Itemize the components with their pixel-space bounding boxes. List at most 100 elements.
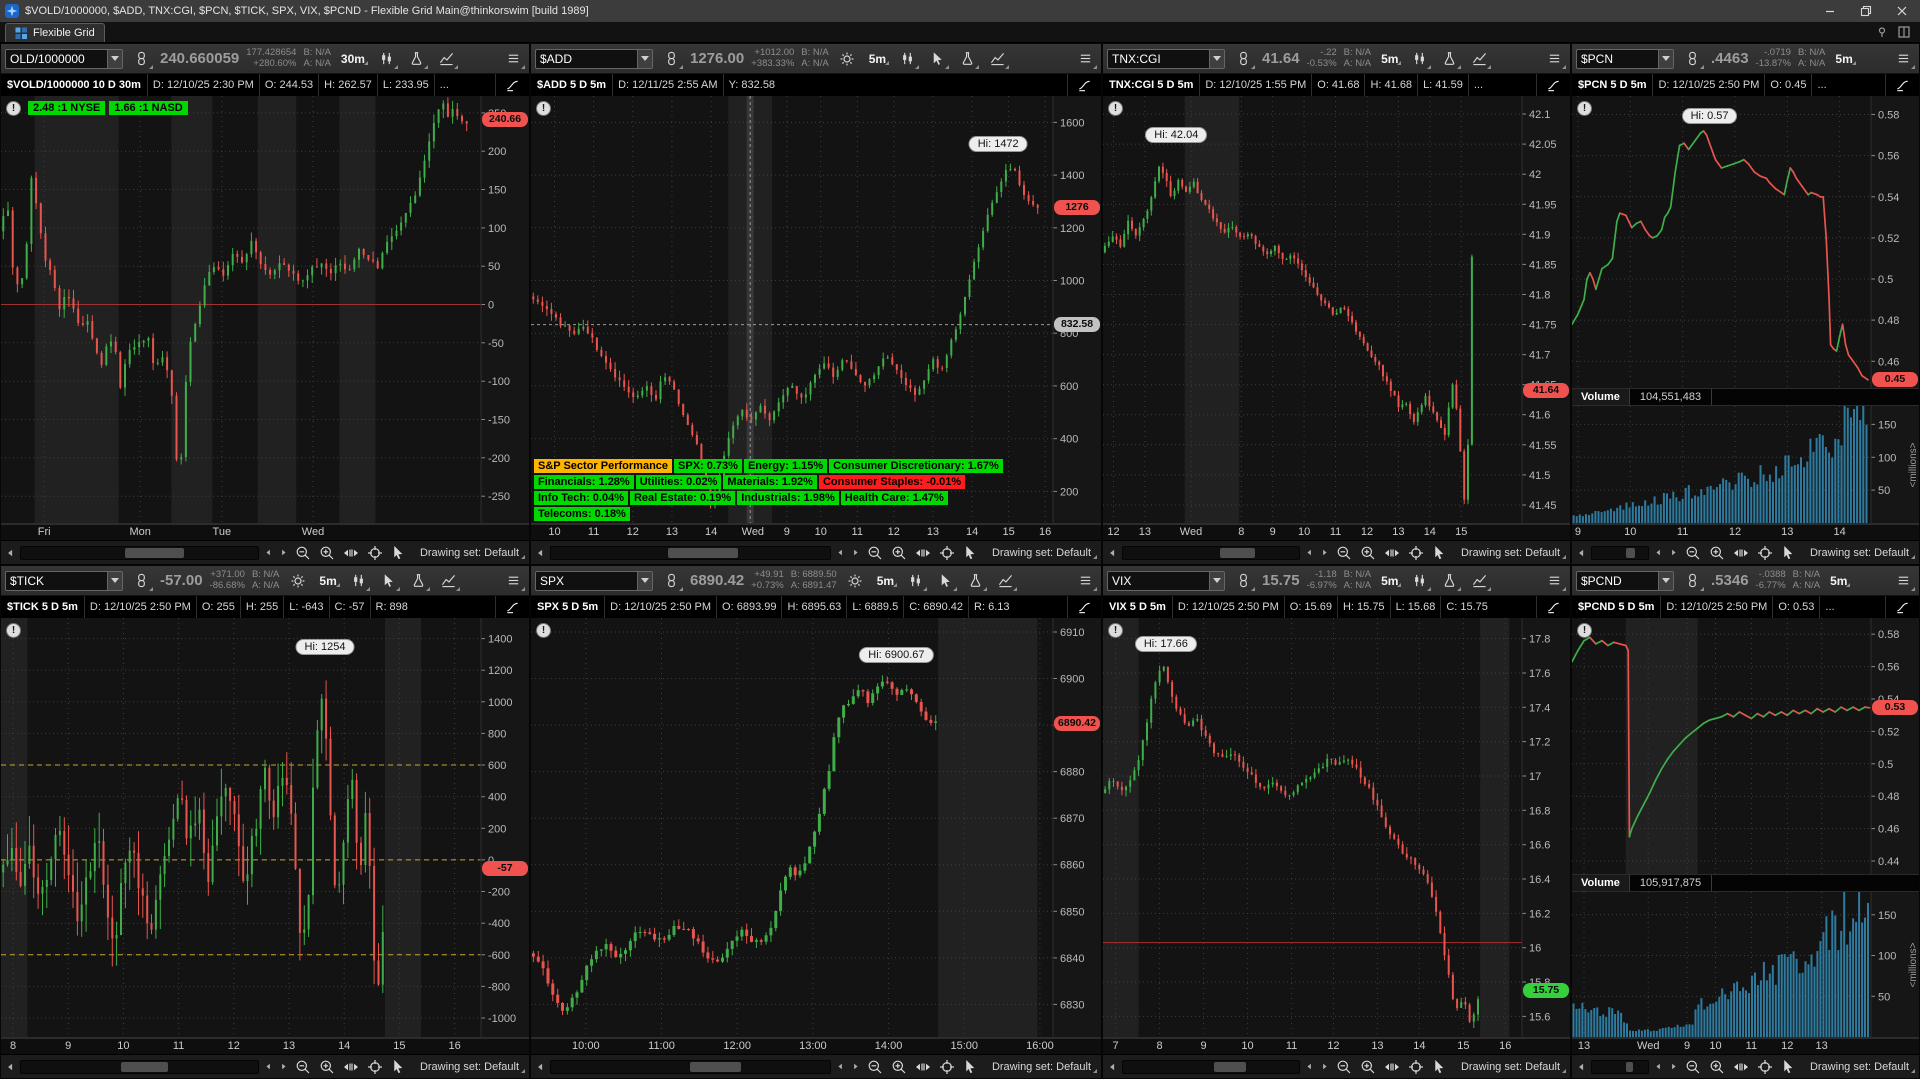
zoom-out-icon[interactable]: [1682, 543, 1704, 563]
time-axis[interactable]: 1011121314Wed910111213141516: [531, 523, 1101, 540]
menu-icon[interactable]: [1892, 47, 1915, 70]
chart-canvas-spx[interactable]: 691069006890688068706860685068406830!Hi:…: [531, 618, 1101, 1037]
timeframe-button[interactable]: 5m: [874, 574, 897, 588]
menu-icon[interactable]: [1074, 47, 1097, 70]
scroll-step-right-icon[interactable]: [1318, 1059, 1331, 1074]
alert-icon[interactable]: !: [536, 623, 551, 638]
symbol-input[interactable]: TNX:CGI: [1107, 49, 1225, 69]
scroll-step-right-icon[interactable]: [1667, 545, 1680, 560]
scroll-step-left-icon[interactable]: [1303, 545, 1316, 560]
symbol-input[interactable]: VIX: [1107, 571, 1225, 591]
chart-canvas-pcnd[interactable]: 0.580.560.540.520.50.480.460.44!0.53: [1572, 618, 1919, 874]
symbol-dropdown-caret[interactable]: [1209, 572, 1224, 590]
chart-style-icon[interactable]: [1536, 74, 1570, 96]
drawing-set-button[interactable]: Drawing set: Default: [412, 547, 526, 559]
symbol-input[interactable]: OLD/1000000: [5, 49, 123, 69]
pan-icon[interactable]: [340, 543, 362, 563]
scrollbar-track[interactable]: [1122, 546, 1300, 560]
link-icon[interactable]: [1232, 47, 1255, 70]
scrollbar-thumb[interactable]: [125, 548, 184, 558]
drawing-set-button[interactable]: Drawing set: Default: [984, 1061, 1098, 1073]
zoom-in-icon[interactable]: [888, 543, 910, 563]
time-axis[interactable]: 8910111213141516: [1, 1037, 529, 1054]
candles-icon[interactable]: [347, 569, 370, 592]
chart-style-icon[interactable]: [1885, 74, 1919, 96]
zoom-in-icon[interactable]: [1357, 543, 1379, 563]
scrollbar-thumb[interactable]: [1626, 1062, 1633, 1072]
volume-canvas-pcn[interactable]: 15010050<millions>: [1572, 406, 1919, 523]
strategies-icon[interactable]: [1468, 569, 1491, 592]
chart-style-icon[interactable]: [495, 74, 529, 96]
scroll-left-icon[interactable]: [4, 545, 17, 560]
zoom-in-icon[interactable]: [1706, 1057, 1728, 1077]
symbol-dropdown-caret[interactable]: [1658, 572, 1673, 590]
pointer-icon[interactable]: [934, 569, 957, 592]
chart-canvas-tnx[interactable]: 42.142.054241.9541.941.8541.841.7541.741…: [1103, 96, 1570, 523]
pan-icon[interactable]: [912, 543, 934, 563]
chart-style-icon[interactable]: [1885, 596, 1919, 618]
link-icon[interactable]: [660, 569, 683, 592]
menu-icon[interactable]: [502, 569, 525, 592]
crosshair-icon[interactable]: [1754, 1057, 1776, 1077]
pin-icon[interactable]: [1876, 26, 1888, 38]
chart-style-icon[interactable]: [1067, 74, 1101, 96]
cursor-icon[interactable]: [1429, 1057, 1451, 1077]
candles-icon[interactable]: [1408, 47, 1431, 70]
cursor-icon[interactable]: [960, 543, 982, 563]
price-svg[interactable]: 0.580.560.540.520.50.480.460.44: [1572, 618, 1919, 874]
symbol-dropdown-caret[interactable]: [1658, 50, 1673, 68]
zoom-in-icon[interactable]: [316, 1057, 338, 1077]
chart-canvas-vix[interactable]: 17.817.617.417.21716.816.616.416.21615.8…: [1103, 618, 1570, 1037]
timeframe-button[interactable]: 5m: [1827, 574, 1850, 588]
timeframe-button[interactable]: 5m: [316, 574, 339, 588]
close-button[interactable]: [1884, 0, 1920, 22]
pointer-icon[interactable]: [926, 47, 949, 70]
link-icon[interactable]: [1681, 47, 1704, 70]
crosshair-icon[interactable]: [364, 543, 386, 563]
time-axis[interactable]: 13Wed910111213: [1572, 1037, 1919, 1054]
link-icon[interactable]: [130, 569, 153, 592]
cursor-icon[interactable]: [1429, 543, 1451, 563]
menu-icon[interactable]: [1074, 569, 1097, 592]
pointer-icon[interactable]: [377, 569, 400, 592]
crosshair-icon[interactable]: [1405, 543, 1427, 563]
zoom-out-icon[interactable]: [292, 1057, 314, 1077]
price-svg[interactable]: 250200150100500-50-100-150-200-250: [1, 96, 529, 523]
flask-icon[interactable]: [407, 569, 430, 592]
flask-icon[interactable]: [405, 47, 428, 70]
link-icon[interactable]: [1681, 569, 1704, 592]
drawing-set-button[interactable]: Drawing set: Default: [1453, 547, 1567, 559]
chart-style-icon[interactable]: [1067, 596, 1101, 618]
pan-icon[interactable]: [1381, 1057, 1403, 1077]
timeframe-button[interactable]: 5m: [1378, 52, 1401, 66]
scroll-step-left-icon[interactable]: [262, 1059, 275, 1074]
scrollbar-thumb[interactable]: [1214, 1062, 1246, 1072]
drawing-set-button[interactable]: Drawing set: Default: [984, 547, 1098, 559]
alert-icon[interactable]: !: [536, 101, 551, 116]
cursor-icon[interactable]: [388, 1057, 410, 1077]
drawing-set-button[interactable]: Drawing set: Default: [1453, 1061, 1567, 1073]
timeframe-button[interactable]: 5m: [1832, 52, 1855, 66]
candles-icon[interactable]: [904, 569, 927, 592]
candles-icon[interactable]: [896, 47, 919, 70]
scroll-step-left-icon[interactable]: [834, 545, 847, 560]
cursor-icon[interactable]: [960, 1057, 982, 1077]
alert-icon[interactable]: !: [6, 623, 21, 638]
zoom-out-icon[interactable]: [864, 1057, 886, 1077]
scroll-step-left-icon[interactable]: [1652, 1059, 1665, 1074]
scroll-left-icon[interactable]: [4, 1059, 17, 1074]
link-icon[interactable]: [1232, 569, 1255, 592]
alert-icon[interactable]: !: [1577, 623, 1592, 638]
gear-icon[interactable]: [844, 569, 867, 592]
scroll-left-icon[interactable]: [534, 545, 547, 560]
pan-icon[interactable]: [1381, 543, 1403, 563]
price-svg[interactable]: 1400120010008006004002000-200-400-600-80…: [1, 618, 529, 1037]
candles-icon[interactable]: [375, 47, 398, 70]
scroll-step-right-icon[interactable]: [849, 545, 862, 560]
scroll-step-right-icon[interactable]: [1318, 545, 1331, 560]
scrollbar-thumb[interactable]: [690, 1062, 740, 1072]
pan-icon[interactable]: [1730, 543, 1752, 563]
chart-canvas-tick[interactable]: 1400120010008006004002000-200-400-600-80…: [1, 618, 529, 1037]
pan-icon[interactable]: [1730, 1057, 1752, 1077]
menu-icon[interactable]: [1892, 569, 1915, 592]
